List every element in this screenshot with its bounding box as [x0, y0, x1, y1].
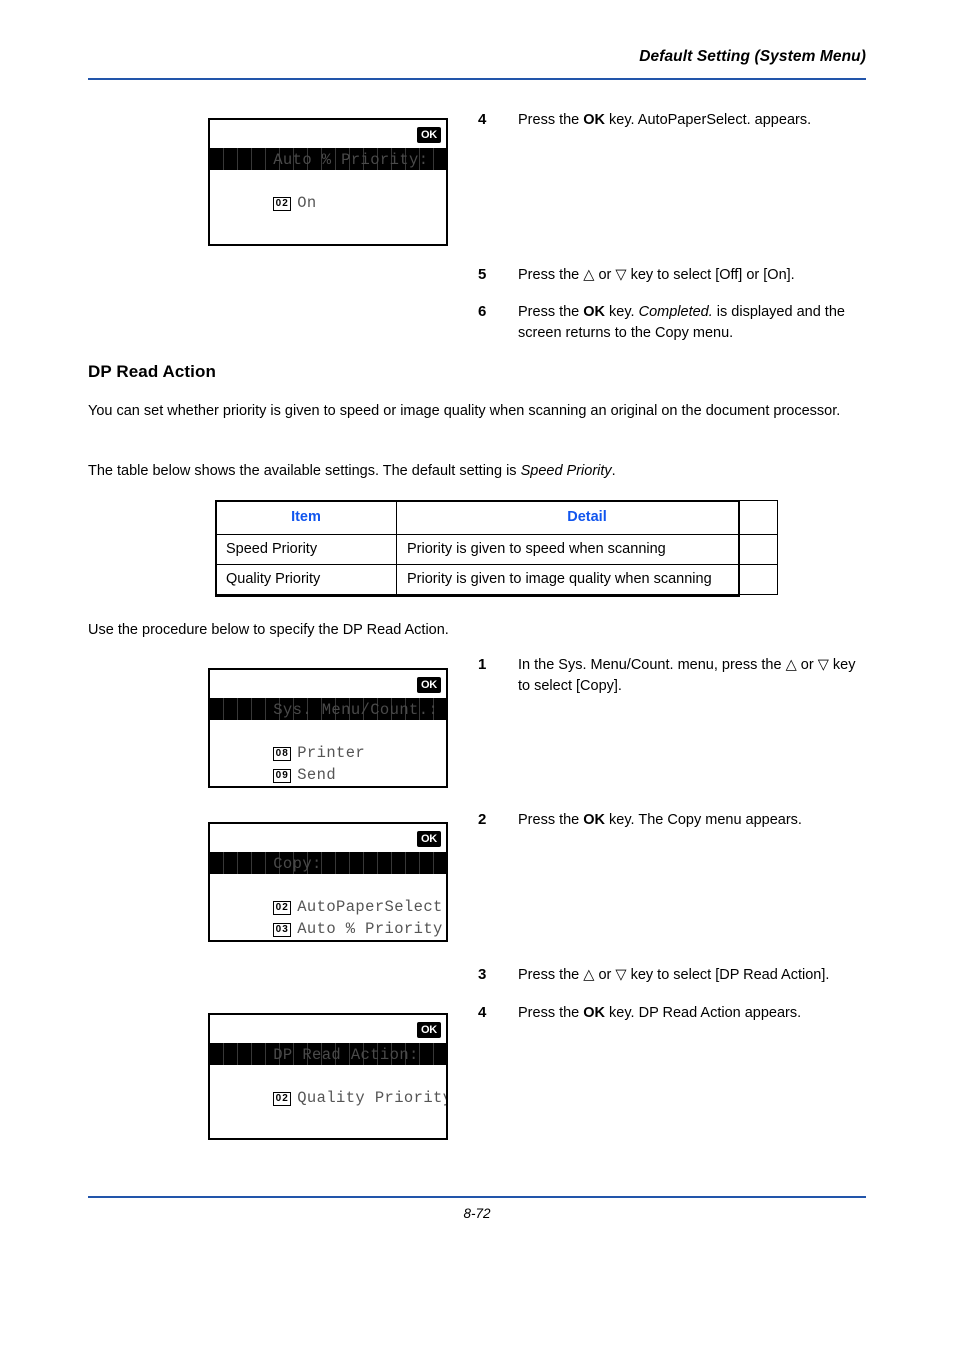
lcd-item-badge: 02	[273, 197, 292, 211]
table-cell-item: Quality Priority	[215, 564, 397, 595]
lcd-item-badge: 09	[273, 769, 292, 783]
paragraph-2-pre: The table below shows the available sett…	[88, 463, 521, 479]
step-item-2-bottom: 2 Press the OK key. The Copy menu appear…	[478, 810, 878, 831]
ok-key-icon: OK	[417, 1022, 441, 1038]
lcd-item-label: Auto % Priority	[297, 920, 443, 938]
step-number: 3	[478, 966, 487, 983]
settings-table: Item Detail Speed Priority Priority is g…	[215, 500, 778, 595]
lcd-title-row: Sys. Menu/Count.: OK	[210, 670, 446, 719]
step-number: 6	[478, 303, 487, 320]
lcd-screen-copy-menu: Copy: OK 01Paper Selection 02AutoPaperSe…	[208, 822, 448, 942]
step-item-6-top: 6 Press the OK key. Completed. is displa…	[478, 302, 868, 343]
step-text: Press the OK key. AutoPaperSelect. appea…	[518, 110, 878, 131]
step-item-5-top: 5 Press the △ or ▽ key to select [Off] o…	[478, 265, 878, 286]
down-arrow-icon: ▽	[817, 657, 829, 673]
table-row: Quality Priority Priority is given to im…	[215, 564, 778, 595]
step-text: Press the OK key. Completed. is displaye…	[518, 302, 868, 343]
step-text-pre: Press the	[518, 112, 584, 128]
step-text-mid: key.	[605, 304, 639, 320]
lcd-title-text: Copy:	[273, 855, 322, 873]
ok-key-icon: OK	[417, 677, 441, 693]
ok-key-icon: OK	[417, 831, 441, 847]
section-paragraph-3: Use the procedure below to specify the D…	[88, 622, 449, 638]
step-text-post: key to select [Off] or [On].	[626, 267, 795, 283]
manual-page: Default Setting (System Menu) Auto % Pri…	[0, 0, 954, 1350]
page-number: 8-72	[463, 1206, 491, 1221]
lcd-item-badge: 02	[273, 1092, 292, 1106]
lcd-screen-dp-read-action: DP Read Action: OK 01*Speed Priority 02Q…	[208, 1013, 448, 1140]
lcd-item-label: Send	[297, 766, 337, 784]
step-text: Press the OK key. DP Read Action appears…	[518, 1003, 878, 1024]
four-way-arrow-icon	[394, 127, 412, 145]
table-cell-detail: Priority is given to image quality when …	[396, 564, 778, 595]
step-text-mid: or	[796, 657, 818, 673]
table-cell-detail: Priority is given to speed when scanning	[396, 534, 778, 565]
step-number: 5	[478, 266, 487, 283]
down-arrow-icon: ▽	[615, 967, 627, 983]
step-text-post: key. DP Read Action appears.	[605, 1005, 802, 1021]
step-number: 1	[478, 656, 487, 673]
lcd-title-row: Auto % Priority: OK	[210, 120, 446, 169]
ok-key-label: OK	[583, 112, 606, 128]
default-setting-emphasis: Speed Priority	[520, 463, 612, 479]
lcd-item-label: Printer	[297, 744, 366, 762]
step-text-mid: or	[594, 267, 616, 283]
step-text-post: key. The Copy menu appears.	[605, 812, 802, 828]
footer-divider	[88, 1196, 866, 1198]
header-title: Default Setting (System Menu)	[639, 48, 866, 65]
four-way-arrow-icon	[394, 1022, 412, 1040]
lcd-title-row: DP Read Action: OK	[210, 1015, 446, 1064]
four-way-arrow-icon	[394, 677, 412, 695]
completed-emphasis: Completed.	[638, 304, 713, 320]
step-text-pre: Press the	[518, 967, 584, 983]
table-row: Speed Priority Priority is given to spee…	[215, 534, 778, 565]
section-paragraph-2: The table below shows the available sett…	[88, 461, 850, 481]
ok-key-label: OK	[583, 304, 606, 320]
section-paragraph-1: You can set whether priority is given to…	[88, 403, 841, 419]
table-header-item: Item	[215, 500, 397, 535]
ok-key-icon: OK	[417, 127, 441, 143]
step-number: 4	[478, 1004, 487, 1021]
step-text-pre: Press the	[518, 304, 584, 320]
table-header-detail: Detail	[396, 500, 778, 535]
lcd-item-label: On	[297, 194, 317, 212]
lcd-item-badge: 02	[273, 901, 292, 915]
section-heading: DP Read Action	[88, 362, 216, 381]
step-text-post: key. AutoPaperSelect. appears.	[605, 112, 812, 128]
step-text-pre: In the Sys. Menu/Count. menu, press the	[518, 657, 786, 673]
header-divider	[88, 78, 866, 80]
up-arrow-icon: △	[583, 267, 595, 283]
lcd-item-badge: 08	[273, 747, 292, 761]
step-item-4-top: 4 Press the OK key. AutoPaperSelect. app…	[478, 110, 878, 131]
step-item-4-bottom: 4 Press the OK key. DP Read Action appea…	[478, 1003, 878, 1024]
page-header: Default Setting (System Menu)	[88, 48, 866, 82]
step-text-mid: or	[594, 967, 616, 983]
lcd-screen-auto-percent-priority: Auto % Priority: OK 01*Off 02On	[208, 118, 448, 246]
step-number: 2	[478, 811, 487, 828]
lcd-title-row: Copy: OK	[210, 824, 446, 873]
ok-key-label: OK	[583, 1005, 606, 1021]
step-text-pre: Press the	[518, 812, 584, 828]
lcd-item-badge: 03	[273, 923, 292, 937]
four-way-arrow-icon	[394, 831, 412, 849]
step-text: In the Sys. Menu/Count. menu, press the …	[518, 655, 868, 696]
table-cell-item: Speed Priority	[215, 534, 397, 565]
step-text-pre: Press the	[518, 1005, 584, 1021]
step-text: Press the OK key. The Copy menu appears.	[518, 810, 878, 831]
down-arrow-icon: ▽	[615, 267, 627, 283]
ok-key-label: OK	[583, 812, 606, 828]
step-number: 4	[478, 111, 487, 128]
step-item-3-bottom: 3 Press the △ or ▽ key to select [DP Rea…	[478, 965, 878, 986]
up-arrow-icon: △	[583, 967, 595, 983]
paragraph-2-post: .	[611, 463, 616, 479]
step-text-post: key to select [DP Read Action].	[626, 967, 830, 983]
up-arrow-icon: △	[785, 657, 797, 673]
step-text: Press the △ or ▽ key to select [DP Read …	[518, 965, 878, 986]
step-text: Press the △ or ▽ key to select [Off] or …	[518, 265, 878, 286]
table-header-row: Item Detail	[215, 500, 778, 535]
step-item-1-bottom: 1 In the Sys. Menu/Count. menu, press th…	[478, 655, 868, 696]
step-text-pre: Press the	[518, 267, 584, 283]
lcd-screen-sys-menu-count: Sys. Menu/Count.: OK 07Copy 08Printer 09…	[208, 668, 448, 788]
